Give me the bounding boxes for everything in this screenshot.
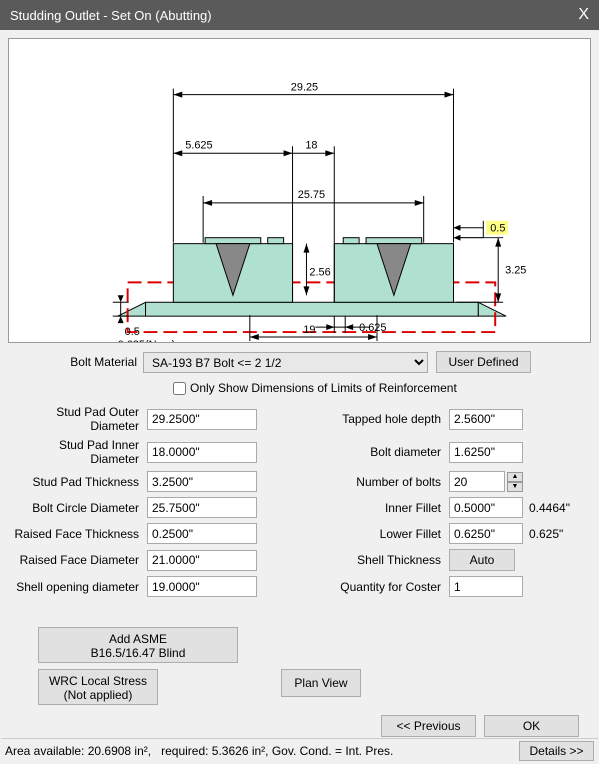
lower-fillet-input[interactable]	[449, 523, 523, 544]
tap-depth-input[interactable]	[449, 409, 523, 430]
dim-highlighted: 0.5	[490, 223, 505, 235]
shell-open-label: Shell opening diameter	[8, 580, 143, 594]
raised-dia-label: Raised Face Diameter	[8, 553, 143, 567]
stud-pad-outer-label: Stud Pad Outer Diameter	[8, 405, 143, 433]
num-bolts-input[interactable]	[449, 471, 505, 492]
user-defined-button[interactable]: User Defined	[436, 351, 531, 373]
stud-pad-outer-input[interactable]	[147, 409, 257, 430]
bolt-material-select[interactable]: SA-193 B7 Bolt <= 2 1/2	[143, 352, 428, 373]
raised-thick-label: Raised Face Thickness	[8, 527, 143, 541]
limits-checkbox[interactable]	[173, 382, 186, 395]
bolt-dia-input[interactable]	[449, 442, 523, 463]
lower-fillet-label: Lower Fillet	[325, 527, 445, 541]
bolt-dia-label: Bolt diameter	[325, 445, 445, 459]
bolt-circle-input[interactable]	[147, 497, 257, 518]
stud-pad-thick-label: Stud Pad Thickness	[8, 475, 143, 489]
num-bolts-down-icon[interactable]: ▼	[507, 482, 523, 492]
stud-pad-inner-label: Stud Pad Inner Diameter	[8, 438, 143, 466]
diagram-panel: 29.25 5.625 18 25.75 0.5	[8, 38, 591, 343]
dim-nom: 0.625(Nom)	[118, 339, 176, 342]
plan-view-button[interactable]: Plan View	[281, 669, 361, 697]
ok-button[interactable]: OK	[484, 715, 579, 737]
dim-h-pad: 3.25	[505, 264, 526, 276]
dim-tap: 2.56	[309, 266, 330, 278]
dim-outer: 29.25	[291, 82, 318, 94]
inner-fillet-input[interactable]	[449, 497, 523, 518]
details-button[interactable]: Details >>	[519, 741, 594, 761]
raised-thick-input[interactable]	[147, 523, 257, 544]
dim-lower-fillet: 0.625	[359, 322, 386, 334]
stud-pad-inner-input[interactable]	[147, 442, 257, 463]
inner-fillet-label: Inner Fillet	[325, 501, 445, 515]
status-text: Area available: 20.6908 in², required: 5…	[5, 744, 393, 758]
dim-bc: 25.75	[298, 189, 325, 201]
bolt-circle-label: Bolt Circle Diameter	[8, 501, 143, 515]
num-bolts-label: Number of bolts	[325, 475, 445, 489]
qty-coster-label: Quantity for Coster	[325, 580, 445, 594]
dim-inner: 18	[305, 139, 317, 151]
previous-button[interactable]: << Previous	[381, 715, 476, 737]
add-asme-blind-button[interactable]: Add ASME B16.5/16.47 Blind	[38, 627, 238, 663]
qty-coster-input[interactable]	[449, 576, 523, 597]
status-bar: Area available: 20.6908 in², required: 5…	[1, 738, 598, 763]
window-title: Studding Outlet - Set On (Abutting)	[10, 8, 212, 23]
raised-dia-input[interactable]	[147, 550, 257, 571]
diagram-svg: 29.25 5.625 18 25.75 0.5	[9, 39, 590, 342]
lower-fillet-calc: 0.625"	[527, 527, 575, 541]
num-bolts-up-icon[interactable]: ▲	[507, 472, 523, 482]
content-area: 29.25 5.625 18 25.75 0.5	[0, 30, 599, 764]
form-area: Bolt Material SA-193 B7 Bolt <= 2 1/2 Us…	[8, 351, 591, 737]
bolt-material-label: Bolt Material	[8, 355, 143, 369]
dim-raised: 0.5	[125, 326, 140, 338]
close-icon[interactable]: X	[578, 6, 589, 24]
shell-open-input[interactable]	[147, 576, 257, 597]
tap-depth-label: Tapped hole depth	[325, 412, 445, 426]
dim-pad-inner-radius: 5.625	[185, 139, 212, 151]
stud-pad-thick-input[interactable]	[147, 471, 257, 492]
dim-opening: 19	[303, 324, 315, 336]
limits-checkbox-label: Only Show Dimensions of Limits of Reinfo…	[190, 381, 457, 395]
wrc-local-stress-button[interactable]: WRC Local Stress (Not applied)	[38, 669, 158, 705]
titlebar: Studding Outlet - Set On (Abutting) X	[0, 0, 599, 30]
shell-thick-auto-button[interactable]: Auto	[449, 549, 515, 571]
inner-fillet-calc: 0.4464"	[527, 501, 575, 515]
shell-thick-label: Shell Thickness	[325, 553, 445, 567]
